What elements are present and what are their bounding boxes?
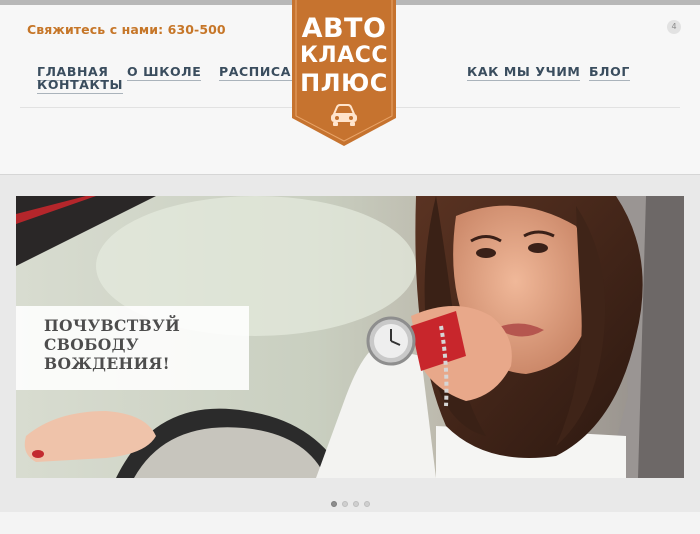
logo-line-1: АВТО: [301, 13, 387, 44]
cart-count-badge[interactable]: 4: [667, 20, 681, 34]
logo-line-3: ПЛЮС: [300, 69, 388, 97]
car-icon: [331, 104, 357, 126]
nav-how-we-teach-label: КАК МЫ УЧИМ: [467, 64, 581, 81]
slider-pagination: [331, 492, 375, 507]
site-logo[interactable]: АВТО КЛАСС ПЛЮС: [290, 0, 398, 148]
nav-about-label: О ШКОЛЕ: [127, 64, 202, 81]
logo-line-2: КЛАСС: [299, 43, 389, 68]
content-area-start: [0, 512, 700, 534]
nav-how-we-teach[interactable]: КАК МЫ УЧИМ: [467, 64, 581, 81]
slider-dot-1[interactable]: [331, 501, 337, 507]
nav-contacts-label: КОНТАКТЫ: [37, 77, 124, 94]
hero-slogan: ПОЧУВСТВУЙ СВОБОДУ ВОЖДЕНИЯ!: [44, 316, 181, 373]
slider-dot-4[interactable]: [364, 501, 370, 507]
slider-dot-3[interactable]: [353, 501, 359, 507]
contact-phone[interactable]: Свяжитесь с нами: 630-500: [27, 22, 226, 37]
nav-contacts[interactable]: КОНТАКТЫ: [37, 77, 124, 94]
hero-slider[interactable]: ПОЧУВСТВУЙ СВОБОДУ ВОЖДЕНИЯ!: [16, 196, 684, 478]
slogan-box: ПОЧУВСТВУЙ СВОБОДУ ВОЖДЕНИЯ!: [16, 306, 249, 390]
nav-blog[interactable]: БЛОГ: [589, 65, 630, 81]
nav-blog-label: БЛОГ: [589, 64, 630, 81]
slider-dot-2[interactable]: [342, 501, 348, 507]
nav-about[interactable]: О ШКОЛЕ: [127, 64, 202, 81]
